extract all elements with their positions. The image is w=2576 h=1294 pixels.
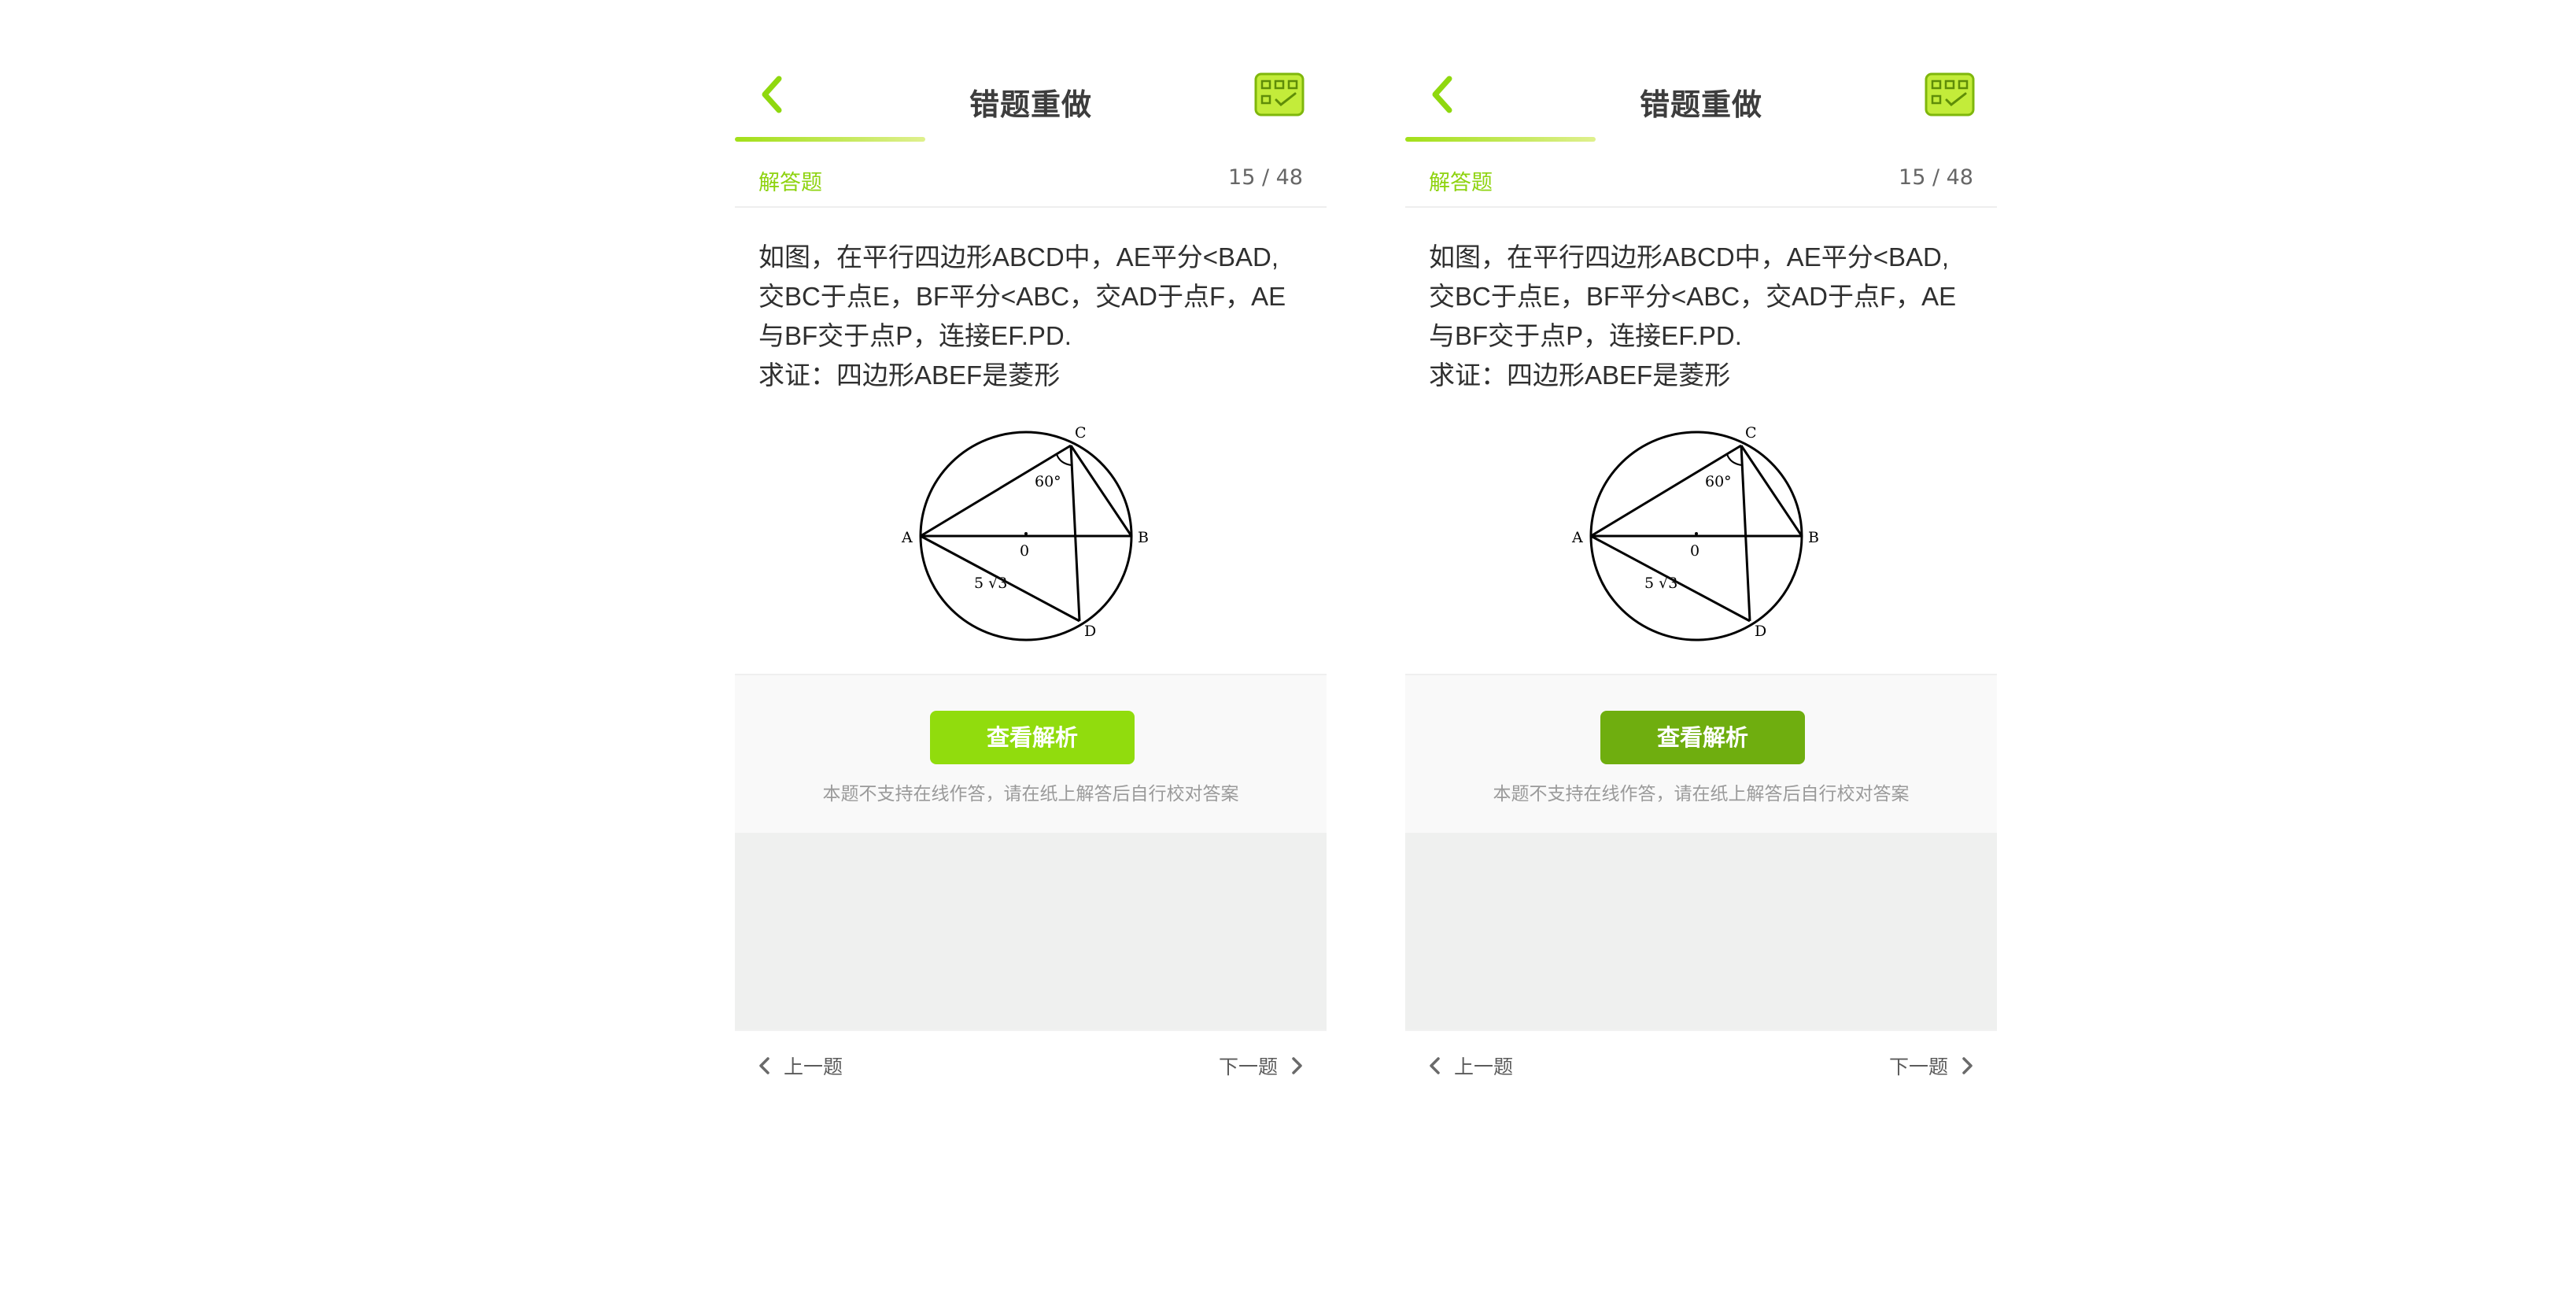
segment-cd — [1069, 445, 1081, 622]
next-question-button[interactable]: 下一题 — [1889, 1052, 1976, 1080]
answer-card-button[interactable] — [1925, 72, 1975, 116]
chevron-right-icon — [1962, 1057, 1973, 1074]
page-title: 错题重做 — [969, 87, 1092, 122]
question-counter: 15 / 48 — [1228, 165, 1303, 190]
question-type-label: 解答题 — [1429, 171, 1493, 195]
header-bar: 错题重做 — [735, 55, 1327, 143]
angle-label: 60° — [1035, 473, 1061, 490]
segment-ac — [1590, 444, 1742, 538]
question-meta: 解答题 15 / 48 — [1405, 143, 1997, 208]
question-text: 如图，在平行四边形ABCD中，AE平分<BAD, 交BC于点E，BF平分<ABC… — [1429, 238, 1972, 395]
action-panel: 查看解析 本题不支持在线作答，请在纸上解答后自行校对答案 — [735, 674, 1327, 834]
progress-indicator — [1405, 137, 1596, 142]
length-label: 5 √3 — [1644, 575, 1677, 592]
question-line: 交BC于点E，BF平分<ABC，交AD于点F，AE — [758, 282, 1286, 311]
center-dot — [1695, 532, 1698, 535]
segment-cd — [1740, 445, 1751, 622]
question-line: 交BC于点E，BF平分<ABC，交AD于点F，AE — [1429, 282, 1957, 311]
page-title: 错题重做 — [1639, 87, 1762, 122]
next-question-label: 下一题 — [1888, 1056, 1948, 1078]
blank-area — [1405, 833, 1997, 1030]
view-analysis-button[interactable]: 查看解析 — [1600, 711, 1805, 764]
prev-question-button[interactable]: 上一题 — [1426, 1052, 1513, 1080]
question-text: 如图，在平行四边形ABCD中，AE平分<BAD, 交BC于点E，BF平分<ABC… — [758, 238, 1301, 395]
answer-card-button[interactable] — [1254, 72, 1305, 116]
blank-area — [735, 833, 1327, 1030]
question-counter: 15 / 48 — [1899, 165, 1973, 190]
question-line: 与BF交于点P，连接EF.PD. — [758, 321, 1072, 350]
question-line: 求证：四边形ABEF是菱形 — [1429, 360, 1731, 390]
header-bar: 错题重做 — [1405, 55, 1997, 143]
label-a: A — [901, 529, 913, 546]
next-question-label: 下一题 — [1218, 1056, 1278, 1078]
progress-indicator — [735, 137, 925, 142]
offline-answer-hint: 本题不支持在线作答，请在纸上解答后自行校对答案 — [1493, 784, 1910, 804]
phone-screen-pressed: 错题重做 解答题 15 / 48 如图，在平行四边形ABCD中，AE平分<BAD… — [1405, 55, 1997, 1105]
chevron-left-icon — [1430, 1057, 1440, 1074]
length-label: 5 √3 — [974, 575, 1007, 592]
action-panel: 查看解析 本题不支持在线作答，请在纸上解答后自行校对答案 — [1405, 674, 1997, 834]
footer-nav: 上一题 下一题 — [1405, 1030, 1997, 1105]
segment-cb — [1740, 445, 1803, 537]
geometry-figure: A B C D 0 60° 5 √3 — [901, 424, 1149, 641]
label-c: C — [1745, 424, 1757, 442]
answer-card-icon — [1254, 72, 1305, 116]
footer-nav: 上一题 下一题 — [735, 1030, 1327, 1105]
view-analysis-button[interactable]: 查看解析 — [930, 711, 1135, 764]
angle-arc — [1056, 453, 1072, 466]
label-c: C — [1075, 424, 1087, 442]
center-dot — [1024, 532, 1028, 535]
label-d: D — [1755, 623, 1766, 640]
question-meta: 解答题 15 / 48 — [735, 143, 1327, 208]
label-b: B — [1808, 529, 1819, 546]
label-o: 0 — [1020, 542, 1029, 560]
phone-screen-default: 错题重做 解答题 15 / 48 如图，在平行四边形ABCD中，AE平分<BAD… — [735, 55, 1327, 1105]
next-question-button[interactable]: 下一题 — [1219, 1052, 1306, 1080]
prev-question-label: 上一题 — [784, 1056, 843, 1078]
offline-answer-hint: 本题不支持在线作答，请在纸上解答后自行校对答案 — [822, 784, 1239, 804]
geometry-figure: A B C D 0 60° 5 √3 — [1571, 424, 1819, 641]
label-b: B — [1138, 529, 1149, 546]
question-line: 与BF交于点P，连接EF.PD. — [1429, 321, 1742, 350]
question-type-label: 解答题 — [758, 171, 822, 195]
angle-arc — [1726, 453, 1743, 466]
label-d: D — [1084, 623, 1096, 640]
question-line: 如图，在平行四边形ABCD中，AE平分<BAD, — [1429, 242, 1949, 272]
segment-ac — [920, 444, 1072, 538]
chevron-right-icon — [1292, 1057, 1302, 1074]
segment-cb — [1069, 445, 1133, 537]
chevron-left-icon — [759, 1057, 769, 1074]
question-line: 如图，在平行四边形ABCD中，AE平分<BAD, — [758, 242, 1279, 272]
label-a: A — [1571, 529, 1583, 546]
label-o: 0 — [1690, 542, 1699, 560]
answer-card-icon — [1925, 72, 1975, 116]
question-line: 求证：四边形ABEF是菱形 — [758, 360, 1061, 390]
prev-question-button[interactable]: 上一题 — [755, 1052, 843, 1080]
angle-label: 60° — [1705, 473, 1732, 490]
prev-question-label: 上一题 — [1454, 1056, 1514, 1078]
